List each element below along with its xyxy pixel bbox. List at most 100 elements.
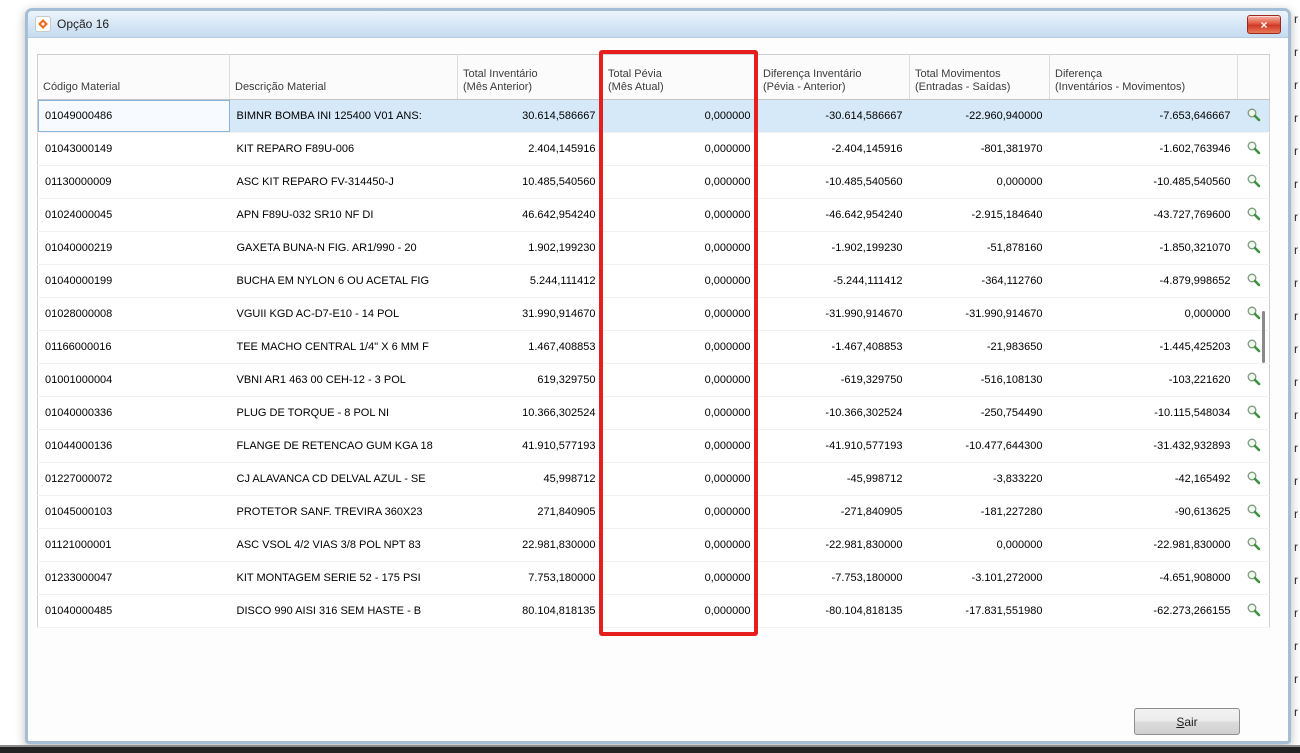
cell-codigo[interactable]: 01045000103	[37, 495, 230, 529]
column-header-diferenca[interactable]: Diferença (Inventários - Movimentos)	[1049, 54, 1238, 100]
titlebar[interactable]: Opção 16 ×	[28, 11, 1288, 38]
cell-dif-inventario[interactable]: -46.642,954240	[757, 198, 910, 232]
cell-codigo[interactable]: 01001000004	[37, 363, 230, 397]
cell-descricao[interactable]: BUCHA EM NYLON 6 OU ACETAL FIG	[229, 264, 458, 298]
cell-dif-inventario[interactable]: -619,329750	[757, 363, 910, 397]
sair-button[interactable]: Sair	[1134, 708, 1240, 735]
cell-total-movimentos[interactable]: -181,227280	[909, 495, 1050, 529]
cell-descricao[interactable]: KIT MONTAGEM SERIE 52 - 175 PSI	[229, 561, 458, 595]
table-row[interactable]: 01227000072 CJ ALAVANCA CD DELVAL AZUL - …	[37, 462, 1270, 496]
cell-descricao[interactable]: CJ ALAVANCA CD DELVAL AZUL - SE	[229, 462, 458, 496]
cell-total-movimentos[interactable]: 0,000000	[909, 528, 1050, 562]
cell-descricao[interactable]: DISCO 990 AISI 316 SEM HASTE - B	[229, 594, 458, 628]
magnifier-icon[interactable]	[1246, 569, 1261, 584]
row-action-cell[interactable]	[1237, 396, 1270, 430]
cell-total-pevia[interactable]: 0,000000	[602, 297, 758, 331]
cell-diferenca[interactable]: -4.651,908000	[1049, 561, 1238, 595]
row-action-cell[interactable]	[1237, 594, 1270, 628]
cell-descricao[interactable]: APN F89U-032 SR10 NF DI	[229, 198, 458, 232]
row-action-cell[interactable]	[1237, 165, 1270, 199]
cell-codigo[interactable]: 01040000219	[37, 231, 230, 265]
magnifier-icon[interactable]	[1246, 107, 1261, 122]
cell-dif-inventario[interactable]: -1.467,408853	[757, 330, 910, 364]
column-header-total_inventario[interactable]: Total Inventário (Mês Anterior)	[457, 54, 603, 100]
cell-total-movimentos[interactable]: -516,108130	[909, 363, 1050, 397]
cell-total-pevia[interactable]: 0,000000	[602, 594, 758, 628]
cell-codigo[interactable]: 01044000136	[37, 429, 230, 463]
table-row[interactable]: 01040000336 PLUG DE TORQUE - 8 POL NI 10.3…	[37, 396, 1270, 430]
magnifier-icon[interactable]	[1246, 437, 1261, 452]
cell-dif-inventario[interactable]: -10.485,540560	[757, 165, 910, 199]
cell-total-movimentos[interactable]: 0,000000	[909, 165, 1050, 199]
cell-total-inventario[interactable]: 41.910,577193	[457, 429, 603, 463]
cell-codigo[interactable]: 01028000008	[37, 297, 230, 331]
cell-total-inventario[interactable]: 619,329750	[457, 363, 603, 397]
magnifier-icon[interactable]	[1246, 173, 1261, 188]
cell-dif-inventario[interactable]: -80.104,818135	[757, 594, 910, 628]
cell-dif-inventario[interactable]: -22.981,830000	[757, 528, 910, 562]
grid-scrollbar-thumb[interactable]	[1262, 311, 1265, 363]
table-row[interactable]: 01233000047 KIT MONTAGEM SERIE 52 - 175 P…	[37, 561, 1270, 595]
cell-descricao[interactable]: PLUG DE TORQUE - 8 POL NI	[229, 396, 458, 430]
cell-total-movimentos[interactable]: -17.831,551980	[909, 594, 1050, 628]
magnifier-icon[interactable]	[1246, 338, 1261, 353]
table-row[interactable]: 01001000004 VBNI AR1 463 00 CEH-12 - 3 PO…	[37, 363, 1270, 397]
cell-total-pevia[interactable]: 0,000000	[602, 99, 758, 133]
cell-diferenca[interactable]: -42,165492	[1049, 462, 1238, 496]
column-header-dif_inventario[interactable]: Diferença Inventário (Pévia - Anterior)	[757, 54, 910, 100]
cell-descricao[interactable]: PROTETOR SANF. TREVIRA 360X23	[229, 495, 458, 529]
table-row[interactable]: 01044000136 FLANGE DE RETENCAO GUM KGA 18…	[37, 429, 1270, 463]
table-row[interactable]: 01130000009 ASC KIT REPARO FV-314450-J 10.…	[37, 165, 1270, 199]
cell-total-pevia[interactable]: 0,000000	[602, 231, 758, 265]
magnifier-icon[interactable]	[1246, 206, 1261, 221]
table-row[interactable]: 01040000485 DISCO 990 AISI 316 SEM HASTE …	[37, 594, 1270, 628]
cell-diferenca[interactable]: -43.727,769600	[1049, 198, 1238, 232]
table-row[interactable]: 01024000045 APN F89U-032 SR10 NF DI 46.642…	[37, 198, 1270, 232]
row-action-cell[interactable]	[1237, 462, 1270, 496]
magnifier-icon[interactable]	[1246, 536, 1261, 551]
row-action-cell[interactable]	[1237, 528, 1270, 562]
cell-diferenca[interactable]: 0,000000	[1049, 297, 1238, 331]
cell-dif-inventario[interactable]: -2.404,145916	[757, 132, 910, 166]
cell-descricao[interactable]: ASC KIT REPARO FV-314450-J	[229, 165, 458, 199]
magnifier-icon[interactable]	[1246, 503, 1261, 518]
cell-codigo[interactable]: 01040000199	[37, 264, 230, 298]
row-action-cell[interactable]	[1237, 198, 1270, 232]
cell-total-inventario[interactable]: 22.981,830000	[457, 528, 603, 562]
column-header-total_movimentos[interactable]: Total Movimentos (Entradas - Saídas)	[909, 54, 1050, 100]
table-row[interactable]: 01049000486 BIMNR BOMBA INI 125400 V01 AN…	[37, 99, 1270, 133]
cell-descricao[interactable]: VGUII KGD AC-D7-E10 - 14 POL	[229, 297, 458, 331]
cell-diferenca[interactable]: -4.879,998652	[1049, 264, 1238, 298]
cell-total-movimentos[interactable]: -22.960,940000	[909, 99, 1050, 133]
cell-codigo[interactable]: 01049000486	[37, 99, 230, 133]
cell-descricao[interactable]: VBNI AR1 463 00 CEH-12 - 3 POL	[229, 363, 458, 397]
table-row[interactable]: 01043000149 KIT REPARO F89U-006 2.404,1459…	[37, 132, 1270, 166]
cell-descricao[interactable]: GAXETA BUNA-N FIG. AR1/990 - 20	[229, 231, 458, 265]
cell-codigo[interactable]: 01166000016	[37, 330, 230, 364]
cell-dif-inventario[interactable]: -45,998712	[757, 462, 910, 496]
cell-total-movimentos[interactable]: -51,878160	[909, 231, 1050, 265]
cell-diferenca[interactable]: -1.602,763946	[1049, 132, 1238, 166]
cell-descricao[interactable]: KIT REPARO F89U-006	[229, 132, 458, 166]
cell-total-inventario[interactable]: 80.104,818135	[457, 594, 603, 628]
cell-descricao[interactable]: ASC VSOL 4/2 VIAS 3/8 POL NPT 83	[229, 528, 458, 562]
cell-total-movimentos[interactable]: -250,754490	[909, 396, 1050, 430]
cell-total-pevia[interactable]: 0,000000	[602, 330, 758, 364]
row-action-cell[interactable]	[1237, 495, 1270, 529]
magnifier-icon[interactable]	[1246, 404, 1261, 419]
table-row[interactable]: 01121000001 ASC VSOL 4/2 VIAS 3/8 POL NPT…	[37, 528, 1270, 562]
cell-diferenca[interactable]: -7.653,646667	[1049, 99, 1238, 133]
cell-codigo[interactable]: 01121000001	[37, 528, 230, 562]
cell-total-movimentos[interactable]: -801,381970	[909, 132, 1050, 166]
table-row[interactable]: 01166000016 TEE MACHO CENTRAL 1/4" X 6 MM…	[37, 330, 1270, 364]
row-action-cell[interactable]	[1237, 561, 1270, 595]
cell-total-inventario[interactable]: 10.366,302524	[457, 396, 603, 430]
cell-total-movimentos[interactable]: -10.477,644300	[909, 429, 1050, 463]
cell-total-movimentos[interactable]: -3,833220	[909, 462, 1050, 496]
cell-descricao[interactable]: TEE MACHO CENTRAL 1/4" X 6 MM F	[229, 330, 458, 364]
cell-diferenca[interactable]: -1.850,321070	[1049, 231, 1238, 265]
cell-total-inventario[interactable]: 7.753,180000	[457, 561, 603, 595]
cell-codigo[interactable]: 01024000045	[37, 198, 230, 232]
column-header-actions[interactable]	[1237, 54, 1270, 100]
cell-total-movimentos[interactable]: -364,112760	[909, 264, 1050, 298]
